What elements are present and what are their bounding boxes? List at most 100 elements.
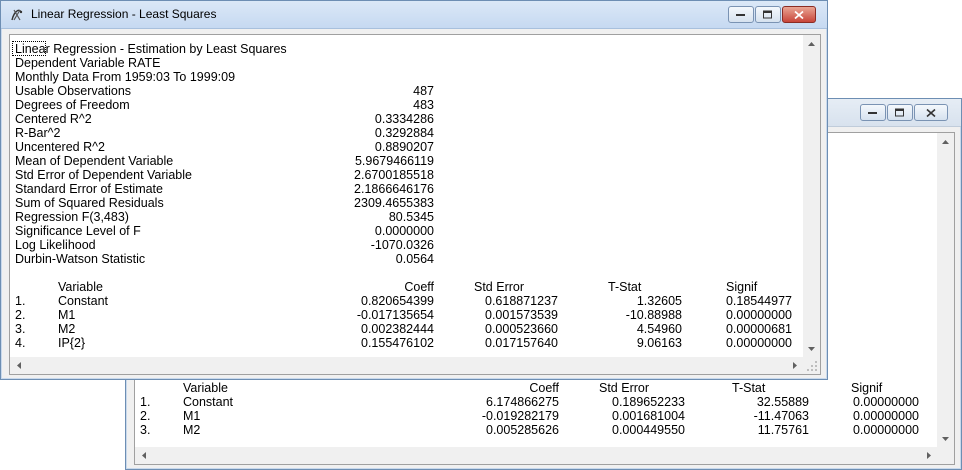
- stat-value: 2.6700185518: [354, 168, 434, 182]
- back-row-variable: M1: [183, 409, 201, 423]
- back-scroll-down-button[interactable]: [937, 430, 954, 447]
- stat-value: 80.5345: [388, 210, 434, 224]
- row-num: 4.: [15, 336, 26, 350]
- front-caption-buttons: [727, 6, 816, 23]
- data-range-line: Monthly Data From 1959:03 To 1999:09: [15, 70, 236, 84]
- stat-value: 0.3292884: [374, 126, 434, 140]
- header-stderr: Std Error: [474, 280, 525, 294]
- back-close-button[interactable]: [914, 104, 948, 121]
- maximize-icon: [895, 108, 904, 116]
- back-row-tstat: 11.75761: [757, 423, 809, 437]
- front-output-window[interactable]: Linear Regression - Least Squares Linear…: [0, 0, 828, 380]
- back-row-stderr: 0.001681004: [612, 409, 685, 423]
- front-size-grip[interactable]: [803, 357, 820, 374]
- back-header-stderr: Std Error: [599, 381, 650, 395]
- front-report-area[interactable]: Linear Regression - Estimation by Least …: [9, 34, 821, 375]
- stat-label: Standard Error of Estimate: [15, 182, 163, 196]
- row-num: 3.: [15, 322, 26, 336]
- row-stderr: 0.618871237: [485, 294, 558, 308]
- back-row-coeff: -0.019282179: [481, 409, 559, 423]
- report-heading: Linear Regression - Estimation by Least …: [15, 42, 287, 56]
- arrow-up-icon: [942, 139, 949, 144]
- arrow-left-icon: [141, 452, 146, 459]
- arrow-down-icon: [808, 346, 815, 351]
- stat-label: Std Error of Dependent Variable: [15, 168, 192, 182]
- back-row-num: 2.: [140, 409, 151, 423]
- back-vertical-scrollbar[interactable]: [937, 133, 954, 447]
- back-row-stderr: 0.000449550: [612, 423, 685, 437]
- front-scroll-down-button[interactable]: [803, 340, 820, 357]
- arrow-right-icon: [792, 362, 797, 369]
- front-maximize-button[interactable]: [755, 6, 781, 23]
- row-num: 2.: [15, 308, 26, 322]
- stat-label: Uncentered R^2: [15, 140, 105, 154]
- row-tstat: -10.88988: [625, 308, 682, 322]
- arrow-right-icon: [926, 452, 931, 459]
- back-scroll-left-button[interactable]: [135, 447, 152, 464]
- row-stderr: 0.017157640: [485, 336, 558, 350]
- stat-value: 483: [413, 98, 434, 112]
- stat-value: 0.3334286: [374, 112, 434, 126]
- stat-label: Usable Observations: [15, 84, 132, 98]
- stat-label: Sum of Squared Residuals: [15, 196, 164, 210]
- arrow-up-icon: [808, 41, 815, 46]
- back-row-coeff: 6.174866275: [486, 395, 559, 409]
- front-window-titlebar[interactable]: Linear Regression - Least Squares: [1, 1, 827, 29]
- stat-label: Centered R^2: [15, 112, 92, 126]
- close-icon: [926, 108, 936, 117]
- row-coeff: 0.155476102: [361, 336, 434, 350]
- stat-value: 2.1866646176: [354, 182, 434, 196]
- row-tstat: 4.54960: [636, 322, 682, 336]
- back-header-tstat: T-Stat: [732, 381, 766, 395]
- back-scroll-up-button[interactable]: [937, 133, 954, 150]
- row-signif: 0.00000000: [725, 336, 792, 350]
- stat-value: 0.0564: [395, 252, 434, 266]
- arrow-down-icon: [942, 436, 949, 441]
- front-horizontal-scrollbar[interactable]: [10, 357, 803, 374]
- back-row-coeff: 0.005285626: [486, 423, 559, 437]
- stat-value: 5.9679466119: [354, 154, 434, 168]
- back-scroll-right-button[interactable]: [920, 447, 937, 464]
- back-header-coeff: Coeff: [529, 381, 559, 395]
- back-maximize-button[interactable]: [887, 104, 913, 121]
- dependent-variable-line: Dependent Variable RATE: [15, 56, 161, 70]
- back-header-signif: Signif: [851, 381, 883, 395]
- back-row-num: 1.: [140, 395, 151, 409]
- front-scroll-left-button[interactable]: [10, 357, 27, 374]
- front-vertical-scrollbar[interactable]: [803, 35, 820, 357]
- minimize-icon: [868, 111, 877, 114]
- back-caption-buttons: [859, 104, 948, 121]
- back-row-tstat: -11.47063: [753, 409, 809, 423]
- stat-value: 0.8890207: [374, 140, 434, 154]
- stat-label: R-Bar^2: [15, 126, 61, 140]
- stat-value: -1070.0326: [370, 238, 434, 252]
- size-grip-icon: [807, 361, 817, 371]
- back-row-stderr: 0.189652233: [612, 395, 685, 409]
- back-row-signif: 0.00000000: [852, 395, 919, 409]
- row-variable: Constant: [58, 294, 109, 308]
- row-tstat: 9.06163: [636, 336, 682, 350]
- row-coeff: 0.002382444: [361, 322, 434, 336]
- back-minimize-button[interactable]: [860, 104, 886, 121]
- header-variable: Variable: [58, 280, 103, 294]
- front-window-title: Linear Regression - Least Squares: [31, 7, 217, 21]
- back-row-variable: M2: [183, 423, 201, 437]
- stat-value: 0.0000000: [374, 224, 434, 238]
- header-tstat: T-Stat: [608, 280, 642, 294]
- stat-label: Degrees of Freedom: [15, 98, 130, 112]
- row-variable: M2: [58, 322, 76, 336]
- stat-label: Log Likelihood: [15, 238, 96, 252]
- stat-label: Mean of Dependent Variable: [15, 154, 174, 168]
- header-coeff: Coeff: [404, 280, 434, 294]
- back-size-grip[interactable]: [937, 447, 954, 464]
- row-stderr: 0.000523660: [485, 322, 558, 336]
- stat-value: 487: [413, 84, 434, 98]
- front-minimize-button[interactable]: [728, 6, 754, 23]
- front-scroll-up-button[interactable]: [803, 35, 820, 52]
- back-horizontal-scrollbar[interactable]: [135, 447, 937, 464]
- row-num: 1.: [15, 294, 26, 308]
- header-signif: Signif: [726, 280, 758, 294]
- front-scroll-right-button[interactable]: [786, 357, 803, 374]
- maximize-icon: [763, 10, 772, 18]
- front-close-button[interactable]: [782, 6, 816, 23]
